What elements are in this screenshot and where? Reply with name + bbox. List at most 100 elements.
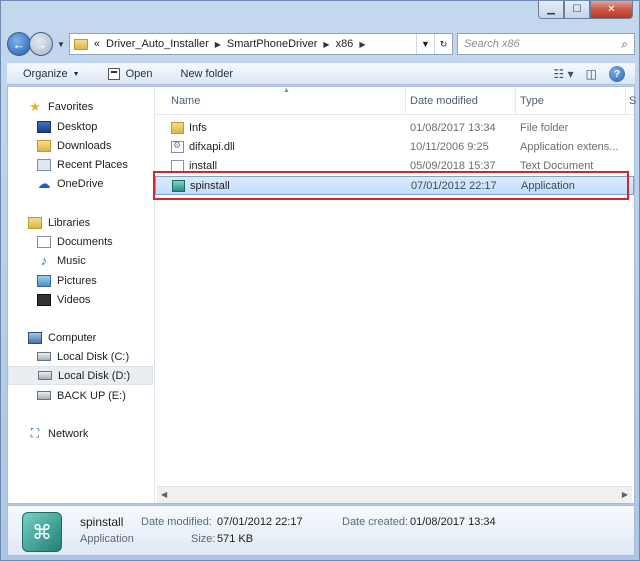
search-input[interactable]: Search x86 (464, 38, 520, 50)
nav-recent-places[interactable]: Recent Places (8, 155, 153, 174)
new-folder-button[interactable]: New folder (181, 68, 234, 80)
column-divider[interactable] (625, 87, 626, 115)
videos-icon (37, 293, 51, 306)
scroll-right-icon[interactable]: ▶ (622, 490, 628, 499)
address-dropdown-icon[interactable]: ▼ (416, 34, 434, 54)
folder-icon (73, 38, 88, 50)
nav-label: Downloads (57, 139, 112, 152)
breadcrumb-x86[interactable]: x86 (336, 38, 354, 50)
details-created-label: Date created: (342, 516, 409, 528)
recent-places-icon (37, 158, 51, 171)
navigation-row: ← → ▼ « Driver_Auto_Installer ▶ SmartPho… (7, 31, 635, 57)
chevron-right-icon[interactable]: ▶ (215, 40, 221, 49)
nav-label: Recent Places (57, 158, 128, 171)
file-row-infs[interactable]: Infs 01/08/2017 13:34 File folder (155, 119, 634, 138)
file-type: File folder (520, 122, 569, 134)
search-box[interactable]: Search x86 ⌕ (457, 33, 635, 55)
nav-label: Pictures (57, 274, 97, 287)
preview-pane-icon[interactable]: ◫ (586, 67, 597, 81)
refresh-icon[interactable]: ↻ (434, 34, 452, 54)
folder-icon (171, 122, 184, 134)
nav-documents[interactable]: Documents (8, 232, 153, 251)
nav-label: Libraries (48, 216, 91, 229)
file-name: Infs (189, 122, 207, 134)
file-date: 01/08/2017 13:34 (410, 122, 496, 134)
details-modified-value: 07/01/2012 22:17 (217, 516, 303, 528)
arrow-left-icon: ← (12, 36, 26, 52)
dll-file-icon (171, 140, 184, 153)
details-created-value: 01/08/2017 13:34 (410, 516, 496, 528)
nav-network[interactable]: ⛶ Network (8, 424, 153, 443)
nav-libraries[interactable]: Libraries (8, 213, 153, 232)
arrow-right-icon: → (34, 36, 48, 52)
file-row-install[interactable]: install 05/09/2018 15:37 Text Document (155, 157, 634, 176)
minimize-button[interactable]: ▁ (538, 1, 564, 19)
nav-label: Videos (57, 293, 91, 306)
forward-button[interactable]: → (29, 32, 53, 56)
music-icon: ♪ (40, 253, 48, 268)
breadcrumb-smartphonedriver[interactable]: SmartPhoneDriver (227, 38, 317, 50)
libraries-icon (28, 216, 42, 229)
column-date-modified[interactable]: Date modified (410, 95, 478, 107)
column-name[interactable]: Name (171, 95, 200, 107)
network-icon: ⛶ (30, 426, 40, 440)
nav-pictures[interactable]: Pictures (8, 271, 153, 290)
nav-label: Documents (57, 235, 113, 248)
nav-favorites[interactable]: ★ Favorites (8, 97, 153, 116)
file-name: difxapi.dll (189, 141, 235, 153)
file-date: 07/01/2012 22:17 (411, 180, 497, 192)
nav-label: Network (48, 427, 89, 440)
text-file-icon (171, 160, 184, 172)
view-options-icon[interactable]: ☷ ▾ (554, 67, 574, 81)
file-type: Application extens... (520, 141, 619, 153)
breadcrumb-overflow[interactable]: « (94, 38, 100, 50)
scroll-left-icon[interactable]: ◀ (161, 490, 167, 499)
file-date: 10/11/2006 9:25 (410, 141, 489, 153)
chevron-right-icon[interactable]: ▶ (323, 40, 329, 49)
nav-label: Desktop (57, 120, 98, 133)
organize-label: Organize (23, 68, 68, 80)
file-row-difxapi[interactable]: difxapi.dll 10/11/2006 9:25 Application … (155, 138, 634, 157)
nav-label: Favorites (48, 100, 94, 113)
nav-onedrive[interactable]: ☁ OneDrive (8, 174, 153, 193)
disk-icon (37, 352, 51, 361)
chevron-right-icon[interactable]: ▶ (359, 40, 365, 49)
maximize-button[interactable]: ☐ (564, 1, 590, 19)
close-button[interactable]: ✕ (590, 1, 633, 19)
content-area: ★ Favorites Desktop Downloads Recent Pla… (7, 86, 636, 504)
nav-music[interactable]: ♪ Music (8, 251, 153, 270)
column-divider[interactable] (405, 87, 406, 115)
open-button[interactable]: Open (107, 68, 153, 80)
column-type[interactable]: Type (520, 95, 544, 107)
nav-local-disk-c[interactable]: Local Disk (C:) (8, 347, 153, 366)
file-list: ▲ Name Date modified Type S Infs 01/08/2… (155, 87, 636, 503)
nav-videos[interactable]: Videos (8, 290, 153, 309)
nav-backup-e[interactable]: BACK UP (E:) (8, 386, 153, 405)
toolbar-right: ☷ ▾ ◫ ? (542, 66, 625, 82)
details-file-name: spinstall (80, 515, 124, 529)
sort-ascending-icon: ▲ (283, 87, 290, 94)
organize-button[interactable]: Organize ▼ (23, 68, 80, 80)
nav-desktop[interactable]: Desktop (8, 117, 153, 136)
pictures-icon (37, 274, 51, 287)
nav-downloads[interactable]: Downloads (8, 136, 153, 155)
column-divider[interactable] (515, 87, 516, 115)
file-type: Text Document (520, 160, 594, 172)
address-bar[interactable]: « Driver_Auto_Installer ▶ SmartPhoneDriv… (68, 33, 453, 55)
details-modified-label: Date modified: (141, 516, 212, 528)
details-size-value: 571 KB (217, 533, 254, 545)
file-row-spinstall[interactable]: spinstall 07/01/2012 22:17 Application (155, 176, 634, 195)
horizontal-scrollbar[interactable]: ◀ ▶ (157, 486, 632, 503)
nav-computer[interactable]: Computer (8, 328, 153, 347)
help-icon[interactable]: ? (609, 66, 625, 82)
details-size-label: Size: (191, 533, 216, 545)
open-icon (107, 68, 120, 80)
back-button[interactable]: ← (7, 32, 31, 56)
search-icon: ⌕ (621, 36, 628, 51)
recent-pages-dropdown-icon[interactable]: ▼ (57, 40, 65, 49)
nav-local-disk-d[interactable]: Local Disk (D:) (8, 366, 153, 385)
breadcrumb-driver-auto-installer[interactable]: Driver_Auto_Installer (106, 38, 209, 50)
nav-label: Local Disk (D:) (58, 369, 131, 382)
column-size[interactable]: S (629, 95, 636, 107)
desktop-icon (37, 120, 51, 133)
